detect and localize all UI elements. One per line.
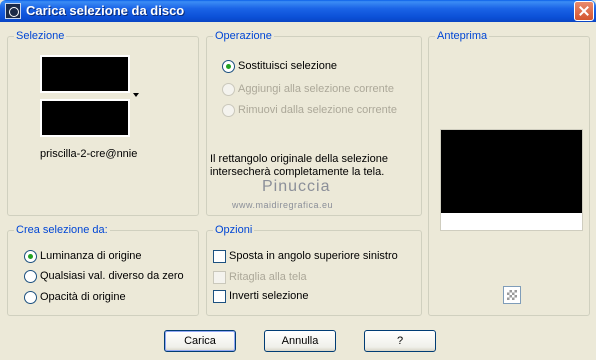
- radio-qualsiasi-valore[interactable]: [24, 270, 37, 283]
- radio-rimuovi-selezione[interactable]: [222, 104, 235, 117]
- checkbox-ritaglia-tela[interactable]: [213, 271, 226, 284]
- crea-legend: Crea selezione da:: [14, 224, 110, 236]
- radio-aggiungi-selezione[interactable]: [222, 83, 235, 96]
- radio-opacita-origine[interactable]: [24, 291, 37, 304]
- anteprima-legend: Anteprima: [435, 30, 490, 42]
- radio-qualsiasi-label: Qualsiasi val. diverso da zero: [40, 270, 184, 282]
- selezione-legend: Selezione: [14, 30, 67, 42]
- window-title: Carica selezione da disco: [26, 3, 185, 18]
- selection-filename: priscilla-2-cre@nnie: [40, 148, 138, 160]
- checkbox-sposta-label: Sposta in angolo superiore sinistro: [229, 250, 398, 262]
- transparency-toggle-icon[interactable]: [503, 286, 521, 304]
- operazione-legend: Operazione: [213, 30, 274, 42]
- checkbox-inverti-selezione[interactable]: [213, 290, 226, 303]
- operation-info-line1: Il rettangolo originale della selezione: [210, 153, 388, 165]
- selection-thumbnail-top: [40, 55, 130, 93]
- opzioni-legend: Opzioni: [213, 224, 255, 236]
- checkbox-ritaglia-label: Ritaglia alla tela: [229, 271, 307, 283]
- radio-aggiungi-label: Aggiungi alla selezione corrente: [238, 83, 394, 95]
- radio-sostituisci-label: Sostituisci selezione: [238, 60, 338, 72]
- close-button[interactable]: [574, 1, 594, 21]
- checkbox-sposta-angolo[interactable]: [213, 250, 226, 263]
- radio-opacita-label: Opacità di origine: [40, 291, 126, 303]
- selection-thumbnail-bottom: [40, 99, 130, 137]
- radio-luminanza-label: Luminanza di origine: [40, 250, 142, 262]
- watermark-url: www.maidiregrafica.eu: [232, 200, 334, 210]
- radio-sostituisci-selezione[interactable]: [222, 60, 235, 73]
- radio-luminanza-origine[interactable]: [24, 250, 37, 263]
- app-icon: [5, 3, 21, 19]
- watermark-name: Pinuccia: [262, 178, 331, 195]
- preview-image: [440, 129, 583, 231]
- radio-rimuovi-label: Rimuovi dalla selezione corrente: [238, 104, 397, 116]
- operation-info-line2: intersecherà completamente la tela.: [210, 166, 385, 178]
- checkbox-inverti-label: Inverti selezione: [229, 290, 309, 302]
- help-button[interactable]: ?: [364, 330, 436, 352]
- dropdown-arrow-icon: [133, 93, 139, 97]
- load-button[interactable]: Carica: [164, 330, 236, 352]
- title-bar[interactable]: Carica selezione da disco: [0, 0, 596, 22]
- selection-file-dropdown[interactable]: [40, 55, 144, 139]
- cancel-button[interactable]: Annulla: [264, 330, 336, 352]
